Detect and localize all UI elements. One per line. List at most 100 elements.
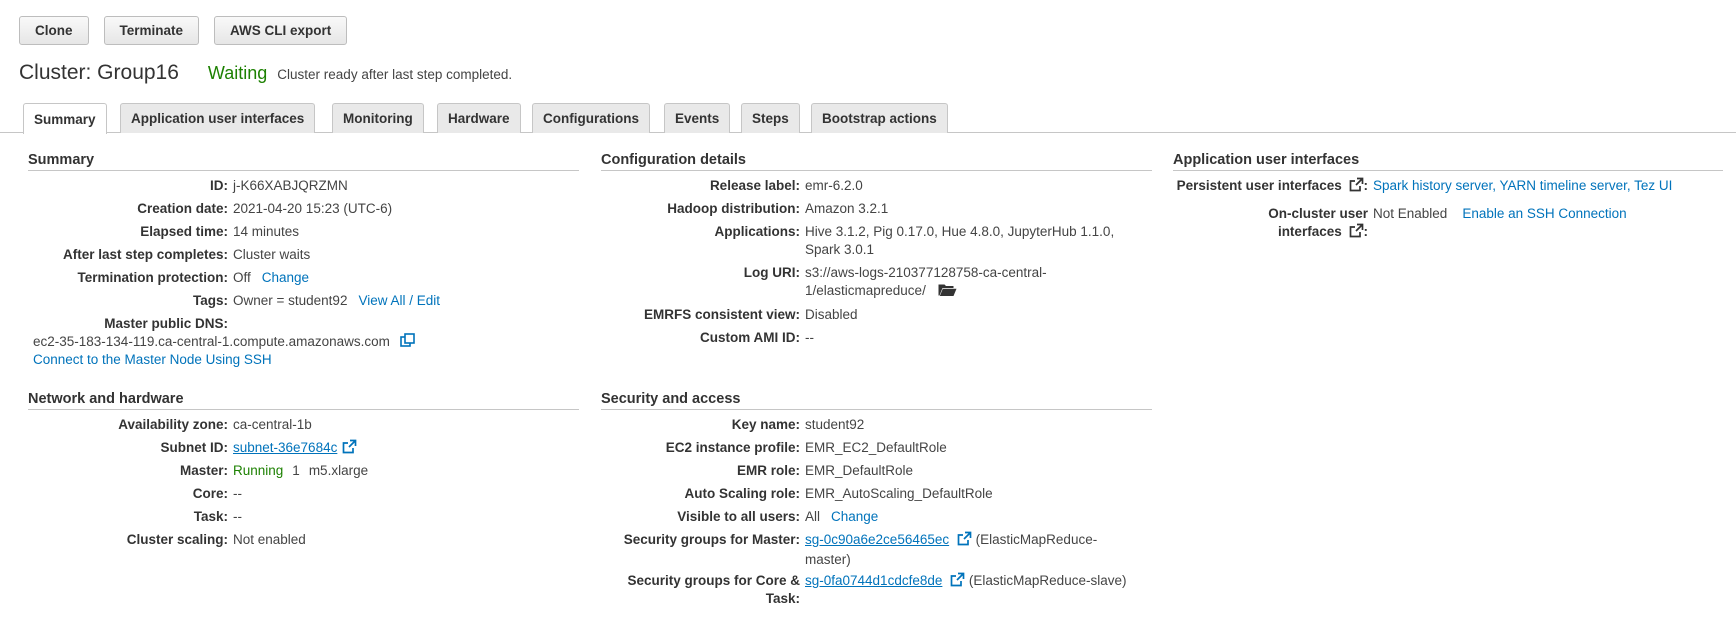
availability-zone: ca-central-1b	[233, 417, 312, 432]
appui-section-title: Application user interfaces	[1173, 152, 1723, 171]
applications-line-1: Hive 3.1.2, Pig 0.17.0, Hue 4.8.0, Jupyt…	[805, 224, 1115, 239]
appui-persistent-row: Persistent user interfaces : Spark histo…	[1173, 177, 1672, 197]
log-uri: s3://aws-logs-210377128758-ca-central- 1…	[805, 264, 1047, 302]
task-value: --	[233, 509, 242, 524]
field-label: Cluster scaling:	[126, 532, 228, 547]
visible-to-all-users: All	[805, 509, 821, 524]
summary-dns-label-row: Master public DNS:	[28, 315, 233, 333]
tab-bar: Summary Application user interfaces Moni…	[0, 103, 1736, 134]
tab-bootstrap-actions[interactable]: Bootstrap actions	[811, 103, 948, 133]
tab-application-user-interfaces[interactable]: Application user interfaces	[120, 103, 316, 133]
network-core-row: Core: --	[28, 485, 242, 503]
change-visibility-link[interactable]: Change	[831, 508, 878, 526]
network-scaling-row: Cluster scaling: Not enabled	[28, 531, 306, 549]
oncluster-value: Not Enabled	[1373, 206, 1448, 221]
status-message: Cluster ready after last step completed.	[277, 67, 513, 82]
cluster-scaling: Not enabled	[233, 532, 306, 547]
config-ami-row: Custom AMI ID: --	[601, 329, 814, 347]
field-label: EC2 instance profile:	[665, 440, 800, 455]
field-label: Tags:	[192, 293, 228, 308]
field-label: Log URI:	[743, 265, 800, 280]
sg-master-link[interactable]: sg-0c90a6e2ce56465ec	[805, 532, 949, 547]
field-label: Task:	[193, 509, 228, 524]
folder-open-icon[interactable]	[938, 282, 957, 302]
persistent-ui-links[interactable]: Spark history server, YARN timeline serv…	[1373, 177, 1672, 197]
sg-core-label-line-1: Security groups for Core &	[627, 573, 800, 588]
toolbar: Clone Terminate AWS CLI export	[19, 16, 348, 45]
security-visible-row: Visible to all users: All Change	[601, 508, 878, 526]
page-title: Cluster: Group16	[19, 61, 179, 84]
auto-scaling-role: EMR_AutoScaling_DefaultRole	[805, 486, 993, 501]
persistent-ui-label: Persistent user interfaces	[1176, 178, 1342, 193]
config-section-title: Configuration details	[601, 152, 1152, 171]
external-link-icon[interactable]	[957, 531, 972, 551]
config-log-row: Log URI: s3://aws-logs-210377128758-ca-c…	[601, 264, 1047, 302]
field-label: Subnet ID:	[160, 440, 229, 455]
clone-button[interactable]: Clone	[19, 16, 89, 45]
external-link-icon	[1349, 177, 1364, 197]
applications: Hive 3.1.2, Pig 0.17.0, Hue 4.8.0, Jupyt…	[805, 223, 1114, 259]
ec2-instance-profile: EMR_EC2_DefaultRole	[805, 440, 947, 455]
sg-core-desc: (ElasticMapReduce-slave)	[968, 573, 1127, 588]
config-hadoop-row: Hadoop distribution: Amazon 3.2.1	[601, 200, 888, 218]
field-label: Creation date:	[137, 201, 228, 216]
log-uri-line-1: s3://aws-logs-210377128758-ca-central-	[805, 265, 1047, 280]
change-termination-link[interactable]: Change	[262, 269, 309, 287]
field-label: Master:	[179, 463, 228, 478]
custom-ami-id: --	[805, 330, 814, 345]
tags-value: Owner = student92	[233, 293, 348, 308]
field-label: Master public DNS:	[104, 316, 228, 331]
master-count: 1	[292, 463, 300, 478]
config-release-row: Release label: emr-6.2.0	[601, 177, 863, 195]
subnet-link[interactable]: subnet-36e7684c	[233, 439, 337, 459]
tab-steps[interactable]: Steps	[741, 103, 800, 133]
security-role-row: EMR role: EMR_DefaultRole	[601, 462, 913, 480]
field-label: On-cluster user interfaces :	[1173, 205, 1373, 243]
security-profile-row: EC2 instance profile: EMR_EC2_DefaultRol…	[601, 439, 947, 457]
field-label: Key name:	[731, 417, 800, 432]
emr-role: EMR_DefaultRole	[805, 463, 914, 478]
tab-hardware[interactable]: Hardware	[437, 103, 521, 133]
field-label: After last step completes:	[62, 247, 228, 262]
release-label: emr-6.2.0	[805, 178, 863, 193]
security-sg-master-row: Security groups for Master: sg-0c90a6e2c…	[601, 531, 1097, 569]
appui-oncluster-row: On-cluster user interfaces : Not Enabled…	[1173, 205, 1626, 243]
external-link-icon[interactable]	[342, 439, 357, 459]
config-emrfs-row: EMRFS consistent view: Disabled	[601, 306, 858, 324]
terminate-button[interactable]: Terminate	[103, 16, 200, 45]
tab-events[interactable]: Events	[664, 103, 731, 133]
summary-section-title: Summary	[28, 152, 579, 171]
sg-core-label-line-2: Task:	[765, 591, 800, 606]
key-name: student92	[805, 417, 865, 432]
tab-monitoring[interactable]: Monitoring	[332, 103, 424, 133]
sg-core-link[interactable]: sg-0fa0744d1cdcfe8de	[805, 573, 942, 588]
summary-after-row: After last step completes: Cluster waits	[28, 246, 310, 264]
oncluster-label-line-2: interfaces	[1277, 224, 1342, 239]
creation-date: 2021-04-20 15:23 (UTC-6)	[233, 201, 393, 216]
summary-elapsed-row: Elapsed time: 14 minutes	[28, 223, 299, 241]
hadoop-distribution: Amazon 3.2.1	[805, 201, 889, 216]
tab-summary[interactable]: Summary	[23, 103, 107, 134]
security-key-row: Key name: student92	[601, 416, 865, 434]
sg-core-value: sg-0fa0744d1cdcfe8de (ElasticMapReduce-s…	[805, 572, 1126, 608]
field-label: EMRFS consistent view:	[643, 307, 800, 322]
oncluster-label-line-1: On-cluster user	[1268, 206, 1368, 221]
copy-icon[interactable]	[399, 333, 415, 353]
field-label: Auto Scaling role:	[684, 486, 800, 501]
aws-cli-export-button[interactable]: AWS CLI export	[214, 16, 348, 45]
enable-ssh-link[interactable]: Enable an SSH Connection	[1462, 205, 1626, 243]
external-link-icon[interactable]	[950, 572, 965, 592]
external-link-icon	[1349, 223, 1364, 243]
core-value: --	[233, 486, 242, 501]
tab-configurations[interactable]: Configurations	[532, 103, 650, 133]
master-instance-type: m5.xlarge	[308, 463, 369, 478]
field-label: Persistent user interfaces :	[1173, 177, 1373, 197]
field-label: Hadoop distribution:	[667, 201, 800, 216]
sg-master-desc-line-2: master)	[805, 552, 851, 567]
view-all-tags-link[interactable]: View All / Edit	[358, 292, 440, 310]
summary-id-row: ID: j-K66XABJQRZMN	[28, 177, 348, 195]
connect-ssh-link[interactable]: Connect to the Master Node Using SSH	[33, 352, 272, 367]
master-dns-row: ec2-35-183-134-119.ca-central-1.compute.…	[33, 333, 415, 353]
cluster-id: j-K66XABJQRZMN	[233, 178, 348, 193]
network-master-row: Master: Running 1 m5.xlarge	[28, 462, 368, 480]
